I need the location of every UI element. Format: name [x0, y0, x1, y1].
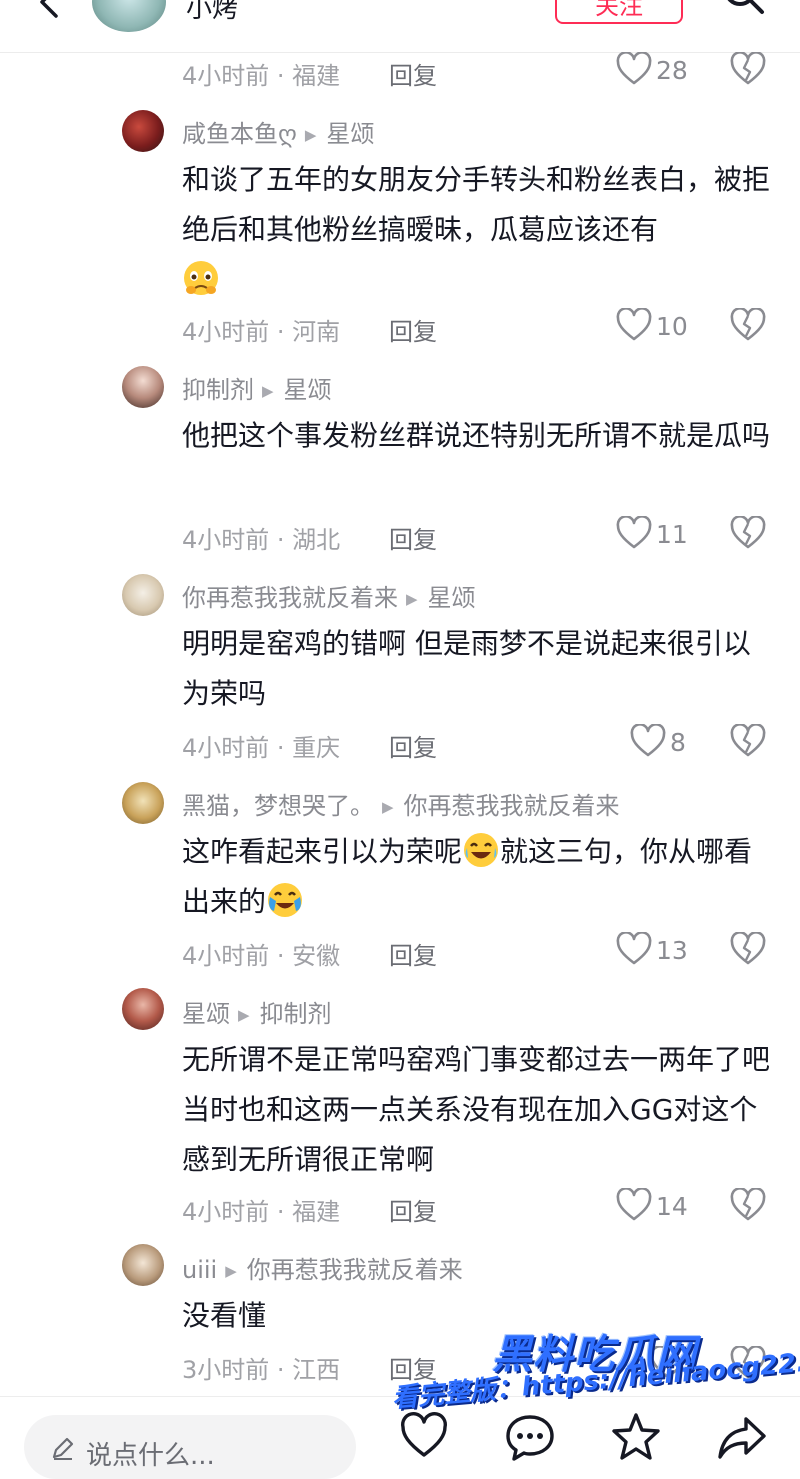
heart-icon: [616, 52, 652, 85]
avatar[interactable]: [122, 110, 164, 152]
share-arrow-icon[interactable]: [716, 1411, 768, 1463]
comment-time-location: 3小时前 · 江西: [182, 1356, 341, 1384]
heart-icon: [616, 516, 652, 549]
avatar[interactable]: [122, 574, 164, 616]
author-name[interactable]: 小烤: [186, 0, 238, 25]
heart-icon: [616, 932, 652, 965]
broken-heart-icon[interactable]: [730, 932, 766, 966]
comment-text: 这咋看起来引以为荣呢 就这三句，你从哪看出来的: [182, 827, 772, 927]
pleading-face-emoji-icon: [184, 261, 218, 295]
comment-meta: 4小时前 · 福建 回复 14: [182, 1188, 782, 1228]
comment-text: 和谈了五年的女朋友分手转头和粉丝表白，被拒绝后和其他粉丝搞暧昧，瓜葛应该还有: [182, 155, 772, 305]
like-count: 8: [670, 728, 686, 757]
comment-time-location: 4小时前 · 福建: [182, 1198, 341, 1226]
comment-time-location: 4小时前 · 湖北: [182, 526, 341, 554]
comment-username[interactable]: 咸鱼本鱼ღ ▶ 星颂: [182, 114, 374, 149]
reply-arrow-icon: ▶: [262, 382, 274, 400]
broken-heart-icon[interactable]: [730, 516, 766, 550]
laughing-tears-emoji-icon: [464, 833, 499, 867]
reply-arrow-icon: ▶: [225, 1262, 237, 1280]
broken-heart-icon[interactable]: [730, 1188, 766, 1222]
heart-icon: [616, 1188, 652, 1221]
like-icon[interactable]: [398, 1411, 450, 1463]
heart-icon: [616, 308, 652, 341]
broken-heart-icon[interactable]: [730, 52, 766, 86]
like-button[interactable]: 11: [616, 516, 736, 552]
reply-arrow-icon: ▶: [238, 1006, 250, 1024]
comment-text: 无所谓不是正常吗窑鸡门事变都过去一两年了吧当时也和这两一点关系没有现在加入GG对…: [182, 1043, 771, 1176]
like-count: 13: [656, 936, 688, 965]
search-icon[interactable]: [718, 0, 770, 24]
reply-arrow-icon: ▶: [304, 126, 317, 144]
comment-time-location: 4小时前 · 安徽: [182, 942, 341, 970]
comment-username[interactable]: 你再惹我我就反着来 ▶ 星颂: [182, 578, 476, 613]
reply-button[interactable]: 回复: [389, 520, 437, 555]
comment-username[interactable]: 抑制剂 ▶ 星颂: [182, 370, 332, 405]
like-button[interactable]: 28: [616, 52, 736, 88]
crying-laughing-emoji-icon: [268, 883, 303, 917]
like-count: 11: [656, 520, 688, 549]
comment-meta: 4小时前 · 湖北 回复 11: [182, 516, 782, 556]
reply-arrow-icon: ▶: [382, 798, 394, 816]
comment-time-location: 4小时前 · 重庆: [182, 734, 341, 762]
star-favorite-icon[interactable]: [610, 1411, 662, 1463]
avatar[interactable]: [122, 1244, 164, 1286]
comment-username[interactable]: 星颂 ▶ 抑制剂: [182, 994, 332, 1029]
comment-username[interactable]: 黑猫，梦想哭了。 ▶ 你再惹我我就反着来: [182, 786, 620, 821]
comment-meta: 4小时前 · 河南 回复 10: [182, 308, 782, 348]
reply-button[interactable]: 回复: [389, 1192, 437, 1227]
like-count: 10: [656, 312, 688, 341]
like-count: 28: [656, 56, 688, 85]
comment-input-placeholder: 说点什么...: [86, 1441, 215, 1471]
like-count: 14: [656, 1192, 688, 1221]
comment-meta: 4小时前 · 福建 回复 28: [182, 52, 782, 92]
reply-button[interactable]: 回复: [389, 312, 437, 347]
comment-text: 他把这个事发粉丝群说还特别无所谓不就是瓜吗: [182, 419, 771, 452]
avatar[interactable]: [122, 988, 164, 1030]
reply-arrow-icon: ▶: [406, 590, 418, 608]
heart-icon: [630, 724, 666, 757]
comment-meta: 4小时前 · 安徽 回复 13: [182, 932, 782, 972]
reply-button[interactable]: 回复: [389, 56, 437, 91]
broken-heart-icon[interactable]: [730, 724, 766, 758]
comment-text: 明明是窑鸡的错啊 但是雨梦不是说起来很引以为荣吗: [182, 627, 751, 710]
comment-time-location: 4小时前 · 福建: [182, 62, 341, 90]
follow-button[interactable]: 关注: [555, 0, 683, 24]
like-button[interactable]: 10: [616, 308, 736, 344]
comment-bubble-icon[interactable]: [504, 1411, 556, 1463]
comment-input[interactable]: 说点什么...: [24, 1415, 356, 1479]
comment-time-location: 4小时前 · 河南: [182, 318, 341, 346]
top-bar: 小烤 关注: [0, 0, 800, 53]
avatar[interactable]: [122, 366, 164, 408]
reply-button[interactable]: 回复: [389, 936, 437, 971]
broken-heart-icon[interactable]: [730, 308, 766, 342]
comment-meta: 4小时前 · 重庆 回复 8: [182, 724, 782, 764]
avatar[interactable]: [122, 782, 164, 824]
reply-button[interactable]: 回复: [389, 728, 437, 763]
like-button[interactable]: 14: [616, 1188, 736, 1224]
like-button[interactable]: 13: [616, 932, 736, 968]
comment-username[interactable]: uiii ▶ 你再惹我我就反着来: [182, 1250, 463, 1285]
author-avatar[interactable]: [92, 0, 166, 32]
back-arrow-icon[interactable]: [30, 0, 70, 22]
pen-icon: [52, 1437, 74, 1460]
